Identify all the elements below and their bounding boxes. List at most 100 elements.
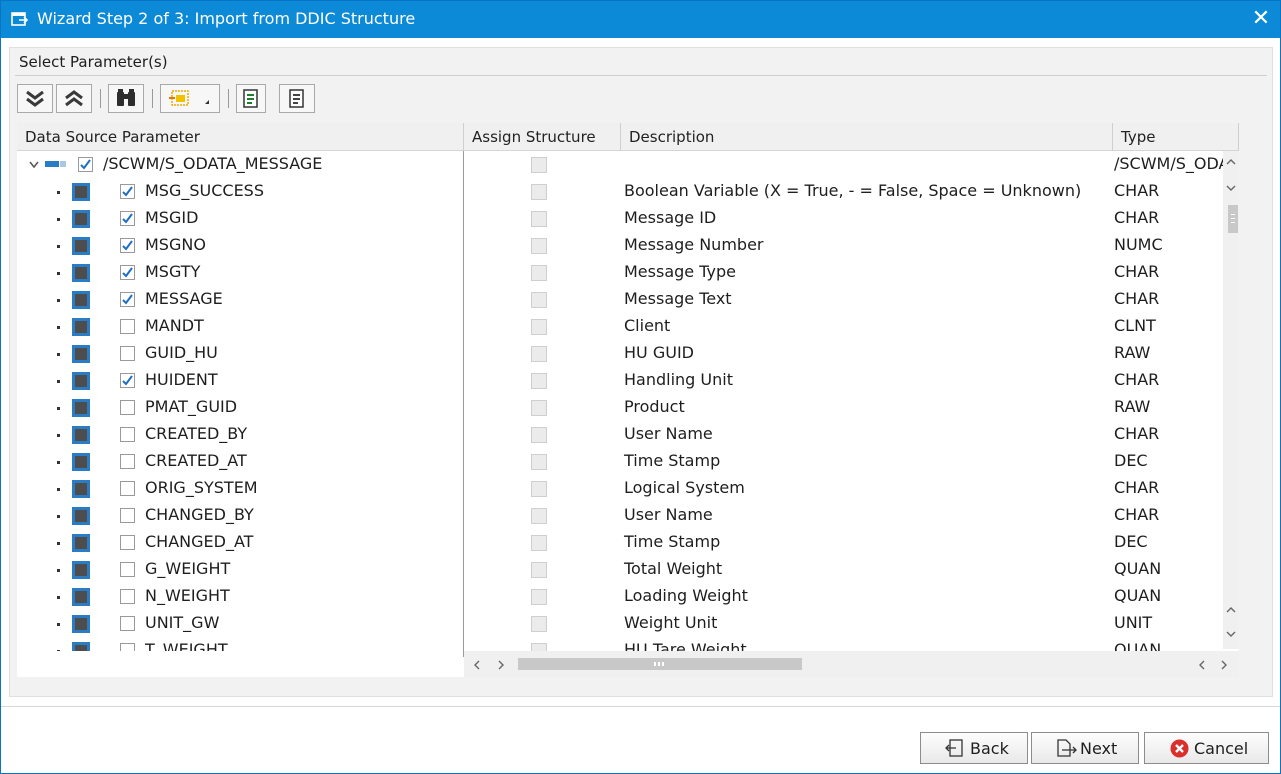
field-type: CHAR bbox=[1114, 505, 1160, 524]
tree-root-row[interactable]: /SCWM/S_ODATA_MESSAGE bbox=[17, 151, 463, 178]
select-all-icon bbox=[243, 89, 258, 108]
scroll-left-icon[interactable] bbox=[1197, 659, 1207, 671]
expand-all-button[interactable] bbox=[17, 84, 53, 113]
tree-row[interactable]: CREATED_BY bbox=[17, 421, 463, 448]
tree-row[interactable]: GUID_HU bbox=[17, 340, 463, 367]
tree-line-dot bbox=[57, 488, 60, 491]
column-header-description[interactable]: Description bbox=[621, 123, 1113, 151]
tree-row[interactable]: HUIDENT bbox=[17, 367, 463, 394]
layout-menu-button[interactable] bbox=[160, 84, 220, 113]
field-checkbox[interactable] bbox=[120, 454, 135, 469]
assign-structure-checkbox[interactable] bbox=[531, 211, 547, 227]
field-label: MANDT bbox=[145, 316, 204, 335]
field-checkbox[interactable] bbox=[120, 292, 135, 307]
column-splitter[interactable] bbox=[463, 151, 464, 657]
assign-structure-checkbox[interactable] bbox=[531, 346, 547, 362]
tree-row[interactable]: MANDT bbox=[17, 313, 463, 340]
scroll-right-icon[interactable] bbox=[1219, 659, 1229, 671]
field-checkbox[interactable] bbox=[120, 319, 135, 334]
column-header-parameter[interactable]: Data Source Parameter bbox=[17, 123, 464, 151]
tree-row[interactable]: MESSAGE bbox=[17, 286, 463, 313]
assign-structure-checkbox[interactable] bbox=[531, 589, 547, 605]
field-node-icon bbox=[72, 615, 90, 633]
field-type: UNIT bbox=[1114, 613, 1153, 632]
tree-row[interactable]: PMAT_GUID bbox=[17, 394, 463, 421]
field-checkbox[interactable] bbox=[120, 400, 135, 415]
field-checkbox[interactable] bbox=[120, 616, 135, 631]
structure-icon bbox=[45, 161, 66, 167]
field-checkbox[interactable] bbox=[120, 346, 135, 361]
field-label: CREATED_AT bbox=[145, 451, 247, 470]
assign-structure-checkbox[interactable] bbox=[531, 508, 547, 524]
tree-row[interactable]: MSG_SUCCESS bbox=[17, 178, 463, 205]
scroll-up-icon[interactable] bbox=[1225, 605, 1237, 615]
field-checkbox[interactable] bbox=[120, 562, 135, 577]
assign-structure-checkbox[interactable] bbox=[531, 319, 547, 335]
column-header-type[interactable]: Type bbox=[1113, 123, 1239, 151]
field-description: User Name bbox=[624, 424, 713, 443]
scroll-up-icon[interactable] bbox=[1225, 157, 1237, 167]
scroll-down-icon[interactable] bbox=[1225, 629, 1237, 639]
vertical-scrollbar[interactable] bbox=[1223, 151, 1239, 649]
close-icon[interactable]: ✕ bbox=[1249, 6, 1273, 32]
field-checkbox[interactable] bbox=[120, 643, 135, 651]
assign-structure-checkbox[interactable] bbox=[531, 400, 547, 416]
scroll-thumb[interactable] bbox=[1228, 205, 1238, 233]
assign-structure-checkbox[interactable] bbox=[531, 562, 547, 578]
scroll-thumb[interactable] bbox=[518, 658, 802, 670]
assign-structure-checkbox[interactable] bbox=[531, 616, 547, 632]
tree-row[interactable]: G_WEIGHT bbox=[17, 556, 463, 583]
field-checkbox[interactable] bbox=[120, 238, 135, 253]
field-checkbox[interactable] bbox=[120, 427, 135, 442]
collapse-all-button[interactable] bbox=[56, 84, 92, 113]
root-checkbox[interactable] bbox=[78, 157, 93, 172]
tree-row[interactable]: N_WEIGHT bbox=[17, 583, 463, 610]
assign-structure-checkbox[interactable] bbox=[531, 454, 547, 470]
chevron-down-icon[interactable] bbox=[28, 160, 40, 170]
layout-icon bbox=[169, 90, 209, 106]
cancel-button[interactable]: Cancel bbox=[1144, 732, 1269, 764]
field-checkbox[interactable] bbox=[120, 508, 135, 523]
field-checkbox[interactable] bbox=[120, 535, 135, 550]
checkmark-icon bbox=[122, 186, 133, 197]
tree-row[interactable]: CHANGED_BY bbox=[17, 502, 463, 529]
field-checkbox[interactable] bbox=[120, 481, 135, 496]
assign-structure-checkbox[interactable] bbox=[531, 535, 547, 551]
assign-structure-checkbox[interactable] bbox=[531, 265, 547, 281]
field-checkbox[interactable] bbox=[120, 211, 135, 226]
assign-structure-checkbox[interactable] bbox=[531, 481, 547, 497]
field-checkbox[interactable] bbox=[120, 373, 135, 388]
horizontal-scrollbar[interactable] bbox=[464, 651, 1239, 677]
field-type: QUAN bbox=[1114, 586, 1162, 605]
deselect-all-button[interactable] bbox=[279, 84, 315, 113]
tree-row[interactable]: T_WEIGHT bbox=[17, 637, 463, 651]
tree-row[interactable]: MSGID bbox=[17, 205, 463, 232]
field-checkbox[interactable] bbox=[120, 184, 135, 199]
field-checkbox[interactable] bbox=[120, 589, 135, 604]
find-button[interactable] bbox=[108, 84, 144, 113]
window-icon bbox=[11, 12, 29, 26]
tree-row[interactable]: UNIT_GW bbox=[17, 610, 463, 637]
scroll-left-icon[interactable] bbox=[472, 659, 482, 671]
field-checkbox[interactable] bbox=[120, 265, 135, 280]
tree-row[interactable]: MSGNO bbox=[17, 232, 463, 259]
back-button[interactable]: Back bbox=[920, 732, 1028, 764]
scroll-down-icon[interactable] bbox=[1225, 183, 1237, 193]
assign-structure-checkbox[interactable] bbox=[531, 643, 547, 651]
tree-row[interactable]: CHANGED_AT bbox=[17, 529, 463, 556]
field-type: NUMC bbox=[1114, 235, 1163, 254]
tree-row[interactable]: MSGTY bbox=[17, 259, 463, 286]
assign-structure-checkbox[interactable] bbox=[531, 157, 547, 173]
scroll-right-icon[interactable] bbox=[496, 659, 506, 671]
assign-structure-checkbox[interactable] bbox=[531, 238, 547, 254]
assign-structure-checkbox[interactable] bbox=[531, 292, 547, 308]
assign-structure-checkbox[interactable] bbox=[531, 184, 547, 200]
next-button[interactable]: Next bbox=[1031, 732, 1139, 764]
select-all-button[interactable] bbox=[236, 84, 266, 113]
field-node-icon bbox=[72, 318, 90, 336]
tree-row[interactable]: CREATED_AT bbox=[17, 448, 463, 475]
column-header-assign-structure[interactable]: Assign Structure bbox=[464, 123, 621, 151]
assign-structure-checkbox[interactable] bbox=[531, 427, 547, 443]
tree-row[interactable]: ORIG_SYSTEM bbox=[17, 475, 463, 502]
assign-structure-checkbox[interactable] bbox=[531, 373, 547, 389]
